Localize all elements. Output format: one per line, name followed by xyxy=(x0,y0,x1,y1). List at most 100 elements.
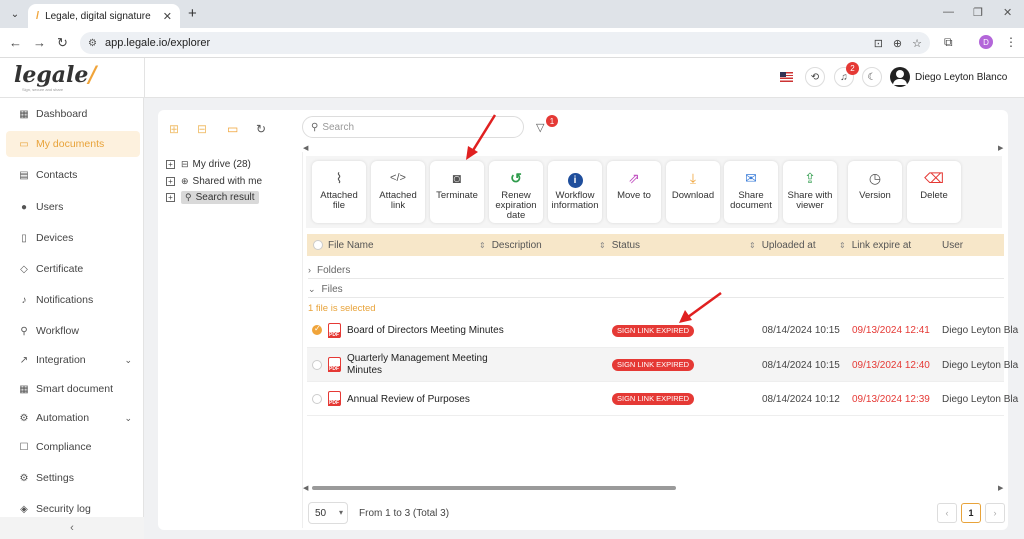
expand-icon[interactable]: + xyxy=(166,192,175,202)
expand-icon[interactable]: + xyxy=(166,176,175,186)
expand-icon[interactable]: + xyxy=(166,159,175,169)
sidebar-item-contacts[interactable]: ▤ Contacts xyxy=(6,162,140,188)
version-history-icon: ◷ xyxy=(868,170,882,186)
sidebar-item-my-documents[interactable]: ▭ My documents xyxy=(6,131,140,157)
download-icon: ⤓ xyxy=(689,170,697,186)
row-checkbox[interactable] xyxy=(312,324,322,335)
column-description[interactable]: ⇕ Description xyxy=(479,240,542,251)
sidebar-item-devices[interactable]: ▯ Devices xyxy=(6,225,140,251)
sidebar-item-certificate[interactable]: ◇ Certificate xyxy=(6,256,140,282)
attached-link-button[interactable]: </> Attached link xyxy=(371,161,425,223)
scroll-right-icon[interactable]: ▶ xyxy=(998,484,1003,492)
new-tab-icon[interactable]: + xyxy=(188,5,197,22)
file-name[interactable]: Annual Review of Purposes xyxy=(347,394,470,406)
sidebar-item-workflow[interactable]: ⚲ Workflow xyxy=(6,318,140,344)
share-document-button[interactable]: ✉ Share document xyxy=(724,161,778,223)
tree-item-search-result[interactable]: + ⚲ Search result xyxy=(166,190,259,204)
column-uploaded-at[interactable]: ⇕ Uploaded at xyxy=(749,240,816,251)
link-expire-at: 09/13/2024 12:39 xyxy=(852,394,930,405)
sidebar-item-dashboard[interactable]: ▦ Dashboard xyxy=(6,101,140,127)
column-link-expire-at[interactable]: ⇕ Link expire at xyxy=(839,240,911,251)
file-name[interactable]: Quarterly Management Meeting Minutes xyxy=(347,353,488,377)
sidebar-item-notifications[interactable]: ♪ Notifications xyxy=(6,287,140,313)
extensions-icon[interactable]: ⧉ xyxy=(944,35,953,50)
bell-icon: ♪ xyxy=(21,294,27,306)
browser-menu-icon[interactable]: ⋮ xyxy=(1005,35,1017,49)
sort-icon: ⇕ xyxy=(749,241,756,250)
annotation-arrow xyxy=(466,114,497,160)
share-with-viewer-button[interactable]: ⇪ Share with viewer xyxy=(783,161,837,223)
sidebar-item-automation[interactable]: ⚙ Automation ⌄ xyxy=(6,405,140,431)
folder-open-icon[interactable]: ▭ xyxy=(227,122,238,136)
forward-icon[interactable]: → xyxy=(33,35,46,50)
tab-search-icon[interactable]: ⌄ xyxy=(6,5,24,23)
group-folders[interactable]: › Folders xyxy=(308,265,350,276)
page-1-button[interactable]: 1 xyxy=(961,503,981,523)
group-files[interactable]: ⌄ Files xyxy=(308,284,343,295)
next-page-button[interactable]: › xyxy=(985,503,1005,523)
row-checkbox[interactable] xyxy=(312,394,322,404)
renew-expiration-date-button[interactable]: ↺ Renew expiration date xyxy=(489,161,543,223)
sidebar-item-users[interactable]: ● Users xyxy=(6,194,140,220)
select-all-checkbox[interactable] xyxy=(313,240,323,250)
scroll-left-icon[interactable]: ◀ xyxy=(303,144,308,152)
version-button[interactable]: ◷ Version xyxy=(848,161,902,223)
minimize-icon[interactable]: — xyxy=(943,6,954,18)
url-field[interactable]: ⚙ app.legale.io/explorer ⊡ ⊕ ☆ xyxy=(80,32,930,54)
horizontal-scrollbar[interactable] xyxy=(312,486,676,490)
profile-avatar[interactable]: D xyxy=(979,35,993,49)
site-info-icon[interactable]: ⚙ xyxy=(88,38,97,49)
us-flag-icon[interactable] xyxy=(780,72,793,82)
sidebar-item-integration[interactable]: ↗ Integration ⌄ xyxy=(6,347,140,373)
user-avatar[interactable] xyxy=(890,67,910,87)
tree-item-my-drive[interactable]: + ⊟ My drive (28) xyxy=(166,157,251,171)
back-icon[interactable]: ← xyxy=(9,35,22,50)
legale-logo[interactable]: legale/ xyxy=(14,62,96,88)
user-name[interactable]: Diego Leyton Blanco xyxy=(915,72,1007,83)
device-icon: ▯ xyxy=(21,232,27,244)
chevron-down-icon: ⌄ xyxy=(124,412,132,423)
reload-icon[interactable]: ↻ xyxy=(57,35,68,51)
folder-add-icon[interactable]: ⊟ xyxy=(197,122,207,136)
sidebar-item-settings[interactable]: ⚙ Settings xyxy=(6,465,140,491)
delete-button[interactable]: ⌫ Delete xyxy=(907,161,961,223)
compliance-icon: ☐ xyxy=(19,441,29,453)
tree-item-shared-with-me[interactable]: + ⊕ Shared with me xyxy=(166,174,262,188)
theme-toggle-icon[interactable]: ☾ xyxy=(862,67,882,87)
row-checkbox[interactable] xyxy=(312,360,322,370)
new-folder-icon[interactable]: ⊞ xyxy=(169,122,179,136)
annotation-arrow xyxy=(679,291,722,323)
scroll-right-icon[interactable]: ▶ xyxy=(998,144,1003,152)
scroll-left-icon[interactable]: ◀ xyxy=(303,484,308,492)
bookmark-star-icon[interactable]: ☆ xyxy=(912,37,922,50)
download-button[interactable]: ⤓ Download xyxy=(666,161,720,223)
chevron-left-icon: ‹ xyxy=(70,522,74,534)
sidebar-item-compliance[interactable]: ☐ Compliance xyxy=(6,434,140,460)
attached-file-button[interactable]: ⌇ Attached file xyxy=(312,161,366,223)
terminate-button[interactable]: ◙ Terminate xyxy=(430,161,484,223)
notification-badge: 2 xyxy=(846,62,859,75)
sidebar-item-smart-document[interactable]: ▦ Smart document xyxy=(6,376,140,402)
collapse-sidebar-button[interactable]: ‹ xyxy=(0,517,144,539)
contacts-icon: ▤ xyxy=(19,169,29,181)
workflow-information-button[interactable]: i Workflow information xyxy=(548,161,602,223)
refresh-icon[interactable]: ↻ xyxy=(256,122,266,136)
shield-icon: ◇ xyxy=(20,263,28,275)
move-to-button[interactable]: ⇗ Move to xyxy=(607,161,661,223)
support-icon[interactable]: ⟲ xyxy=(805,67,825,87)
column-status[interactable]: ⇕ Status xyxy=(599,240,640,251)
close-window-icon[interactable]: ✕ xyxy=(1003,6,1012,19)
page-size-select[interactable]: 50 xyxy=(308,502,348,524)
chevron-right-icon: › xyxy=(308,265,311,275)
install-icon[interactable]: ⊡ xyxy=(874,37,883,50)
prev-page-button[interactable]: ‹ xyxy=(937,503,957,523)
zoom-icon[interactable]: ⊕ xyxy=(893,37,902,50)
column-file-name[interactable]: File Name xyxy=(328,240,374,251)
browser-tab[interactable]: / Legale, digital signature ✕ xyxy=(28,4,180,28)
column-user[interactable]: User xyxy=(942,240,963,251)
close-tab-icon[interactable]: ✕ xyxy=(163,10,172,23)
file-name[interactable]: Board of Directors Meeting Minutes xyxy=(347,325,504,337)
restore-icon[interactable]: ❐ xyxy=(973,6,983,19)
filter-icon[interactable]: ▽ xyxy=(536,121,544,134)
pane-divider[interactable] xyxy=(302,152,303,528)
